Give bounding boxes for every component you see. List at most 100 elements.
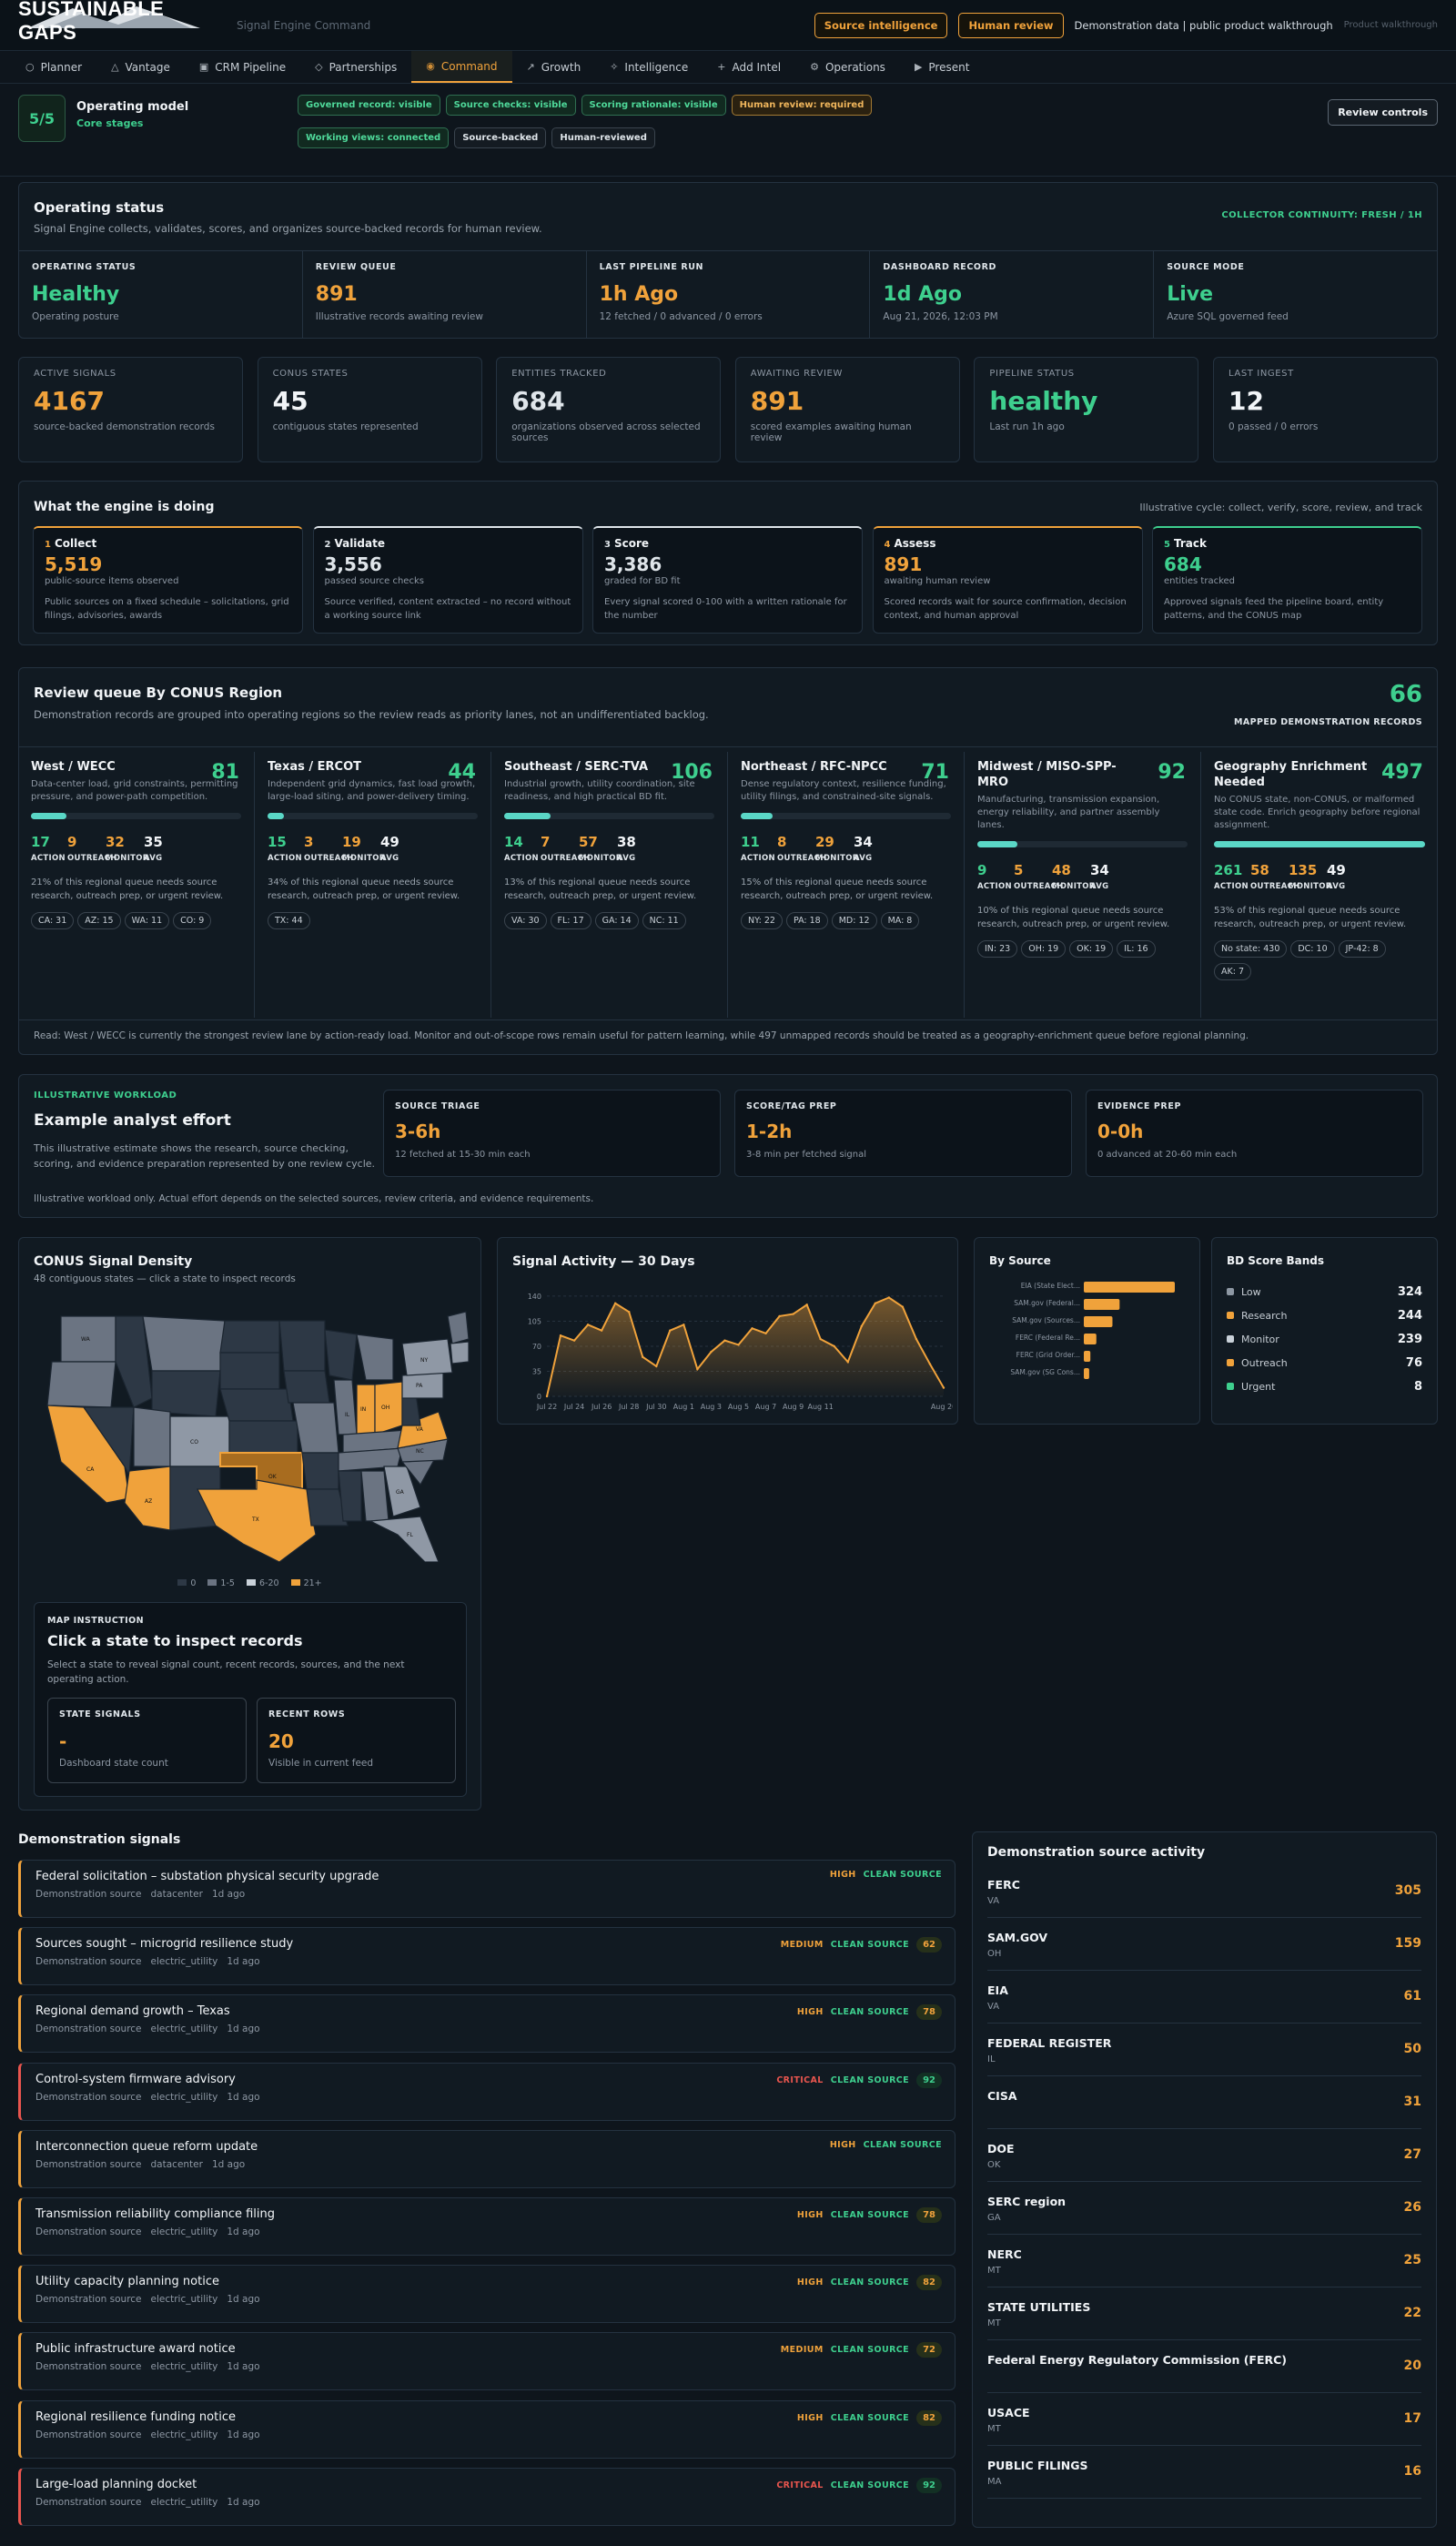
source-bar[interactable] (1084, 1351, 1091, 1362)
nav-command[interactable]: ◉ Command (411, 51, 512, 83)
region-column[interactable]: Midwest / MISO-SPP-MRO 92 Manufacturing, t… (965, 752, 1201, 1018)
source-activity-row[interactable]: FEDERAL REGISTER IL 50 (987, 2024, 1421, 2076)
score-band-row[interactable]: Low 324 (1227, 1280, 1422, 1303)
status-value: Healthy (32, 283, 120, 306)
region-column[interactable]: Southeast / SERC-TVA 106 Industrial growth… (491, 752, 728, 1018)
state-tag[interactable]: WA: 11 (124, 912, 170, 929)
source-bar[interactable] (1084, 1282, 1175, 1293)
state-il[interactable] (333, 1379, 358, 1435)
state-tag[interactable]: JP-42: 8 (1338, 940, 1386, 958)
state-tag[interactable]: NC: 11 (642, 912, 686, 929)
region-column[interactable]: Texas / ERCOT 44 Independent grid dynamics… (255, 752, 491, 1018)
source-activity-row[interactable]: STATE UTILITIES MT 22 (987, 2287, 1421, 2340)
state-tag[interactable]: PA: 18 (785, 912, 828, 929)
source-activity-row[interactable]: USACE MT 17 (987, 2393, 1421, 2446)
state-mn[interactable] (278, 1320, 326, 1372)
state-ne[interactable] (219, 1388, 294, 1422)
state-mt[interactable] (142, 1315, 226, 1372)
state-pa[interactable] (401, 1372, 444, 1399)
state-ms[interactable] (338, 1470, 362, 1522)
state-wi[interactable] (324, 1329, 358, 1381)
signal-row[interactable]: Control-system firmware advisory Demonstr… (18, 2062, 956, 2121)
state-mo[interactable] (292, 1402, 339, 1454)
state-tag[interactable]: CO: 9 (173, 912, 212, 929)
logo[interactable]: SUSTAINABLE GAPS (18, 0, 209, 46)
source-bar[interactable] (1084, 1368, 1089, 1379)
state-al[interactable] (360, 1470, 389, 1522)
nav-growth[interactable]: ↗ Growth (512, 51, 596, 83)
source-activity-row[interactable]: PUBLIC FILINGS MA 16 (987, 2446, 1421, 2499)
status-chip: Working views: connected (298, 127, 450, 148)
signal-row[interactable]: Federal solicitation – substation physic… (18, 1860, 956, 1918)
state-or[interactable] (46, 1361, 116, 1408)
signal-row[interactable]: Transmission reliability compliance fili… (18, 2197, 956, 2256)
nav-present[interactable]: ▶ Present (900, 51, 985, 83)
nav-intelligence[interactable]: ✧ Intelligence (595, 51, 703, 83)
state-tag[interactable]: NY: 22 (741, 912, 783, 929)
state-tag[interactable]: CA: 31 (31, 912, 75, 929)
state-tag[interactable]: GA: 14 (594, 912, 639, 929)
source-activity-row[interactable]: FERC VA 305 (987, 1865, 1421, 1918)
signal-row[interactable]: Regional demand growth – Texas Demonstrat… (18, 1994, 956, 2054)
state-tag[interactable]: No state: 430 (1214, 940, 1288, 958)
region-column[interactable]: West / WECC 81 Data-center load, grid cons… (18, 752, 255, 1018)
state-tag[interactable]: AK: 7 (1214, 963, 1251, 980)
state-ut[interactable] (133, 1406, 171, 1467)
human-review-button[interactable]: Human review (958, 12, 1064, 38)
signal-row[interactable]: Utility capacity planning notice Demonstr… (18, 2265, 956, 2324)
nav-add-intel[interactable]: + Add Intel (703, 51, 795, 83)
state-wy[interactable] (151, 1370, 221, 1417)
source-activity-row[interactable]: NERC MT 25 (987, 2235, 1421, 2287)
source-activity-row[interactable]: DOE OK 27 (987, 2129, 1421, 2182)
source-activity-row[interactable]: Federal Energy Regulatory Commission (FE… (987, 2340, 1421, 2393)
state-ma[interactable] (450, 1341, 470, 1364)
state-ia[interactable] (283, 1370, 330, 1404)
nav-planner[interactable]: ○ Planner (11, 51, 96, 83)
source-intelligence-button[interactable]: Source intelligence (814, 12, 948, 38)
nav-crm-pipeline[interactable]: ▣ CRM Pipeline (185, 51, 300, 83)
activity-point (642, 1355, 644, 1358)
score-band-row[interactable]: Research 244 (1227, 1303, 1422, 1327)
state-tag[interactable]: DC: 10 (1290, 940, 1335, 958)
state-tag[interactable]: MD: 12 (831, 912, 877, 929)
score-band-row[interactable]: Monitor 239 (1227, 1327, 1422, 1351)
state-tag[interactable]: AZ: 15 (77, 912, 121, 929)
state-ar[interactable] (301, 1452, 339, 1490)
signal-row[interactable]: Large-load planning docket Demonstration … (18, 2467, 956, 2526)
source-bar[interactable] (1084, 1334, 1097, 1344)
state-ks[interactable] (228, 1420, 298, 1454)
source-activity-row[interactable]: SERC region GA 26 (987, 2182, 1421, 2235)
region-column[interactable]: Geography Enrichment Needed 497 No CONUS s… (1201, 752, 1438, 1018)
signal-row[interactable]: Sources sought – microgrid resilience st… (18, 1927, 956, 1986)
state-fl[interactable] (368, 1516, 440, 1562)
state-tag[interactable]: VA: 30 (504, 912, 547, 929)
nav-partnerships[interactable]: ◇ Partnerships (300, 51, 411, 83)
state-tag[interactable]: IL: 16 (1117, 940, 1156, 958)
source-activity-row[interactable]: EIA VA 61 (987, 1971, 1421, 2024)
conus-map[interactable]: WA CA AZ CO OK TX IN OH IL VA NC GA FL NY PA (34, 1298, 470, 1562)
score-band-row[interactable]: Urgent 8 (1227, 1374, 1422, 1398)
nav-vantage[interactable]: △ Vantage (96, 51, 185, 83)
state-mi[interactable] (356, 1334, 394, 1381)
signal-row[interactable]: Public infrastructure award notice Demons… (18, 2332, 956, 2391)
signal-row[interactable]: Regional resilience funding notice Demons… (18, 2399, 956, 2459)
state-tag[interactable]: TX: 44 (268, 912, 310, 929)
product-walkthrough-link[interactable]: Product walkthrough (1344, 20, 1438, 30)
signal-row[interactable]: Interconnection queue reform update Demon… (18, 2129, 956, 2188)
state-tag[interactable]: OH: 19 (1021, 940, 1067, 958)
state-me[interactable] (447, 1311, 470, 1344)
score-band-row[interactable]: Outreach 76 (1227, 1351, 1422, 1374)
nav-operations[interactable]: ⚙ Operations (795, 51, 900, 83)
region-column[interactable]: Northeast / RFC-NPCC 71 Dense regulatory c… (728, 752, 965, 1018)
source-bar[interactable] (1084, 1316, 1113, 1327)
state-tag[interactable]: OK: 19 (1069, 940, 1114, 958)
source-bar[interactable] (1084, 1299, 1120, 1310)
review-controls-button[interactable]: Review controls (1328, 99, 1438, 126)
state-nd[interactable] (219, 1320, 280, 1354)
state-tag[interactable]: FL: 17 (550, 912, 592, 929)
source-activity-row[interactable]: SAM.GOV OH 159 (987, 1918, 1421, 1971)
state-sd[interactable] (219, 1352, 280, 1390)
state-tag[interactable]: IN: 23 (977, 940, 1018, 958)
source-activity-row[interactable]: CISA 31 (987, 2076, 1421, 2129)
state-tag[interactable]: MA: 8 (880, 912, 920, 929)
